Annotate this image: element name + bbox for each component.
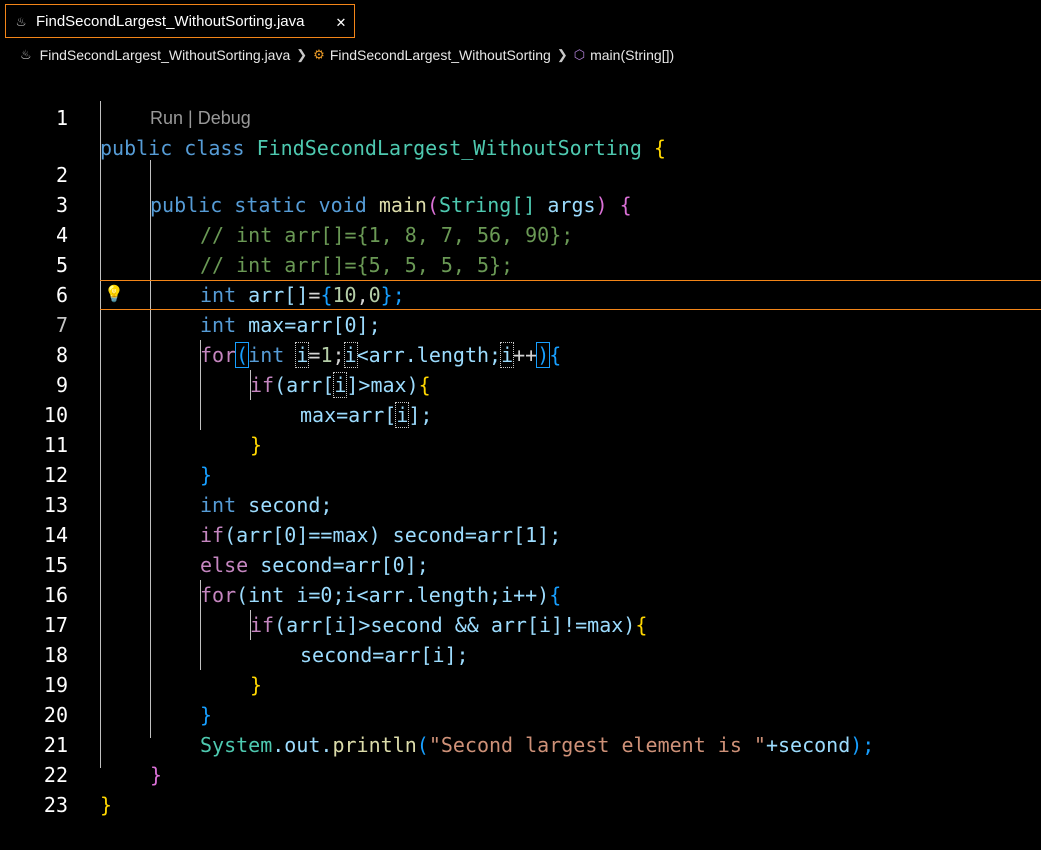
code-line-3[interactable]: 3 // int arr[]={1, 8, 7, 56, 90};: [0, 160, 1041, 247]
code-line-12[interactable]: 12 int second;: [0, 430, 1041, 517]
codelens-run-debug[interactable]: Run | Debug: [150, 103, 251, 133]
breadcrumb-class[interactable]: FindSecondLargest_WithoutSorting: [330, 47, 551, 63]
code-line-9[interactable]: 9 max=arr[i];: [0, 340, 1041, 428]
code-line-6[interactable]: 6 int max=arr[0];: [0, 250, 1041, 337]
breadcrumb-file[interactable]: FindSecondLargest_WithoutSorting.java: [40, 47, 291, 63]
code-line-11[interactable]: 11 }: [0, 400, 1041, 487]
line-number: 23: [43, 793, 68, 817]
code-line-16[interactable]: 16 if(arr[i]>second && arr[i]!=max){: [0, 550, 1041, 637]
code-line-14[interactable]: 14 else second=arr[0];: [0, 490, 1041, 577]
code-editor[interactable]: 1 public class FindSecondLargest_Without…: [0, 68, 1041, 817]
chevron-right-icon: ❯: [556, 47, 568, 62]
code-line-7[interactable]: 7 for(int i=1;i<arr.length;i++){: [0, 280, 1041, 368]
code-line-10[interactable]: 10 }: [0, 370, 1041, 457]
code-line-2[interactable]: 2 public static void main(String[] args)…: [0, 130, 1041, 217]
code-line-18[interactable]: 18 }: [0, 610, 1041, 697]
tab-bar: ♨ FindSecondLargest_WithoutSorting.java …: [0, 0, 1041, 42]
code-line-23[interactable]: 23: [0, 760, 1041, 817]
breadcrumb: ♨ FindSecondLargest_WithoutSorting.java …: [0, 42, 1041, 68]
code-line-15[interactable]: 15 for(int i=0;i<arr.length;i++){: [0, 520, 1041, 607]
code-line-21[interactable]: 21 }: [0, 700, 1041, 787]
code-line-22[interactable]: 22 }: [0, 730, 1041, 817]
java-icon: ♨: [16, 12, 26, 30]
tab-label: FindSecondLargest_WithoutSorting.java: [36, 12, 305, 30]
breadcrumb-method[interactable]: main(String[]): [590, 47, 674, 63]
code-line-17[interactable]: 17 second=arr[i];: [0, 580, 1041, 667]
chevron-right-icon: ❯: [296, 47, 308, 62]
close-icon[interactable]: ✕: [328, 12, 354, 31]
code-line-1[interactable]: 1 public class FindSecondLargest_Without…: [0, 73, 1041, 160]
code-line-5[interactable]: 5 int arr[]={10,0};: [0, 220, 1041, 307]
code-line-4[interactable]: 4 // int arr[]={5, 5, 5, 5};: [0, 190, 1041, 277]
class-icon: ⚙: [313, 47, 325, 62]
method-cube-icon: ⬡: [573, 47, 586, 62]
tab-findsecondlargest[interactable]: ♨ FindSecondLargest_WithoutSorting.java …: [5, 4, 355, 38]
code-line-8[interactable]: 8 if(arr[i]>max){: [0, 310, 1041, 398]
code-line-20[interactable]: 20 System.out.println("Second largest el…: [0, 670, 1041, 757]
code-line-13[interactable]: 13 if(arr[0]==max) second=arr[1];: [0, 460, 1041, 547]
line-number: 1: [55, 106, 68, 130]
code-token: }: [100, 793, 113, 817]
code-line-19[interactable]: 19 }: [0, 640, 1041, 727]
java-file-icon: ♨: [20, 47, 32, 62]
